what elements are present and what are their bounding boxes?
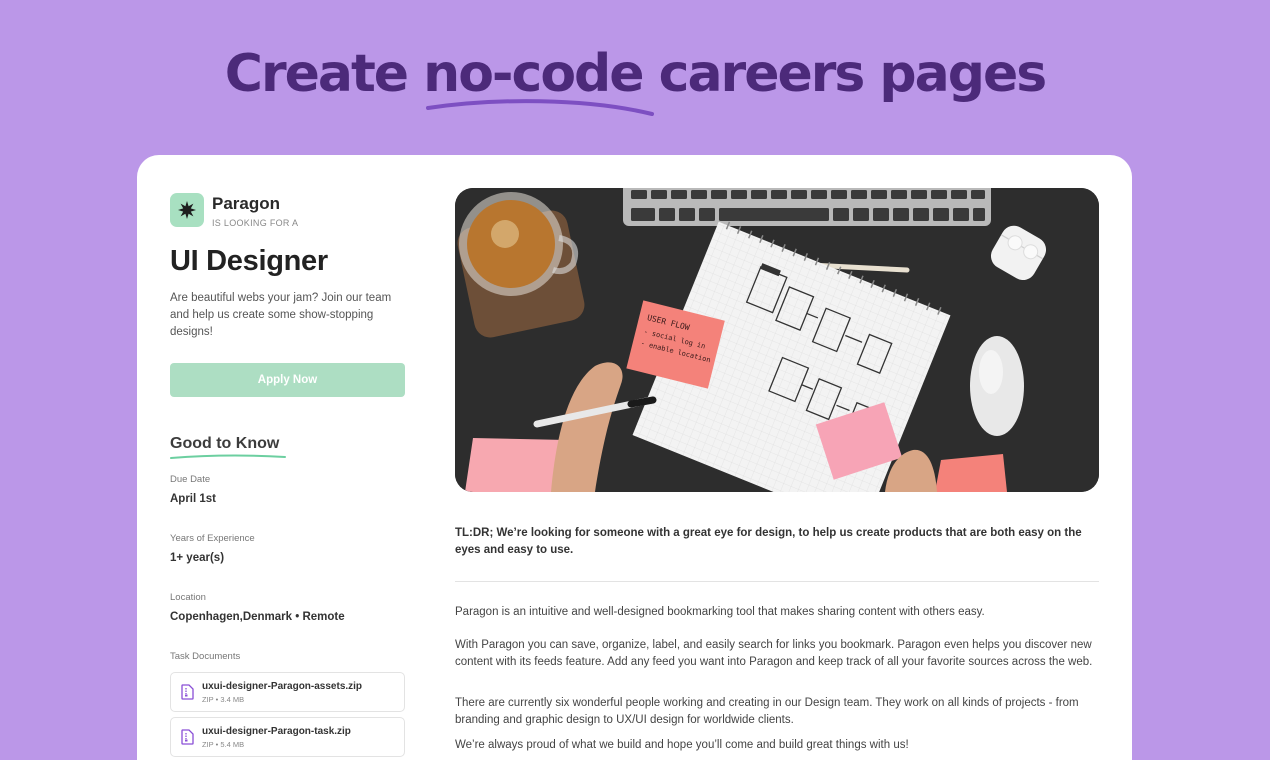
field-value: Copenhagen,Denmark • Remote [170, 611, 345, 623]
starburst-icon [178, 201, 196, 219]
heading-underline-decoration [170, 454, 286, 459]
good-to-know-heading: Good to Know [170, 435, 280, 452]
hero-photo: USER FLOW - social log in - enable locat… [455, 188, 1099, 492]
company-name: Paragon [212, 194, 281, 213]
task-documents: Task Documents uxui-designer-Paragon-ass… [170, 651, 405, 757]
document-item[interactable]: uxui-designer-Paragon-assets.zip ZIP • 3… [170, 672, 405, 712]
content-divider [455, 581, 1099, 582]
desk-illustration: USER FLOW - social log in - enable locat… [455, 188, 1099, 492]
apply-now-button[interactable]: Apply Now [170, 363, 405, 397]
field-label: Years of Experience [170, 533, 255, 544]
info-field-experience: Years of Experience 1+ year(s) [170, 533, 405, 564]
info-field-due-date: Due Date April 1st [170, 474, 405, 505]
company-tagline: IS LOOKING FOR A [212, 218, 299, 228]
field-value: April 1st [170, 493, 217, 505]
document-meta: ZIP • 5.4 MB [202, 739, 245, 749]
job-sidebar: Paragon IS LOOKING FOR A UI Designer Are… [170, 193, 405, 757]
field-label: Location [170, 592, 206, 603]
zip-file-icon [181, 729, 194, 745]
company-logo [170, 193, 204, 227]
company-header: Paragon IS LOOKING FOR A [170, 193, 405, 228]
info-field-location: Location Copenhagen,Denmark • Remote [170, 592, 405, 623]
job-card: Paragon IS LOOKING FOR A UI Designer Are… [137, 155, 1132, 760]
field-label: Due Date [170, 474, 211, 485]
body-paragraph: There are currently six wonderful people… [455, 697, 1079, 726]
body-paragraph: Paragon is an intuitive and well-designe… [455, 606, 985, 618]
task-documents-label: Task Documents [170, 651, 241, 662]
body-paragraph: We’re always proud of what we build and … [455, 739, 909, 751]
field-value: 1+ year(s) [170, 552, 225, 564]
body-paragraph: With Paragon you can save, organize, lab… [455, 639, 1093, 668]
zip-file-icon [181, 684, 194, 700]
document-meta: ZIP • 3.4 MB [202, 694, 245, 704]
job-title: UI Designer [170, 245, 328, 277]
document-name: uxui-designer-Paragon-task.zip [202, 725, 351, 737]
document-item[interactable]: uxui-designer-Paragon-task.zip ZIP • 5.4… [170, 717, 405, 757]
hero-title: Create no-code careers pages [224, 44, 1047, 104]
tldr-summary: TL:DR; We’re looking for someone with a … [455, 527, 1082, 556]
hero-underline-decoration [426, 99, 654, 116]
document-name: uxui-designer-Paragon-assets.zip [202, 680, 363, 692]
job-description: Are beautiful webs your jam? Join our te… [170, 292, 392, 338]
